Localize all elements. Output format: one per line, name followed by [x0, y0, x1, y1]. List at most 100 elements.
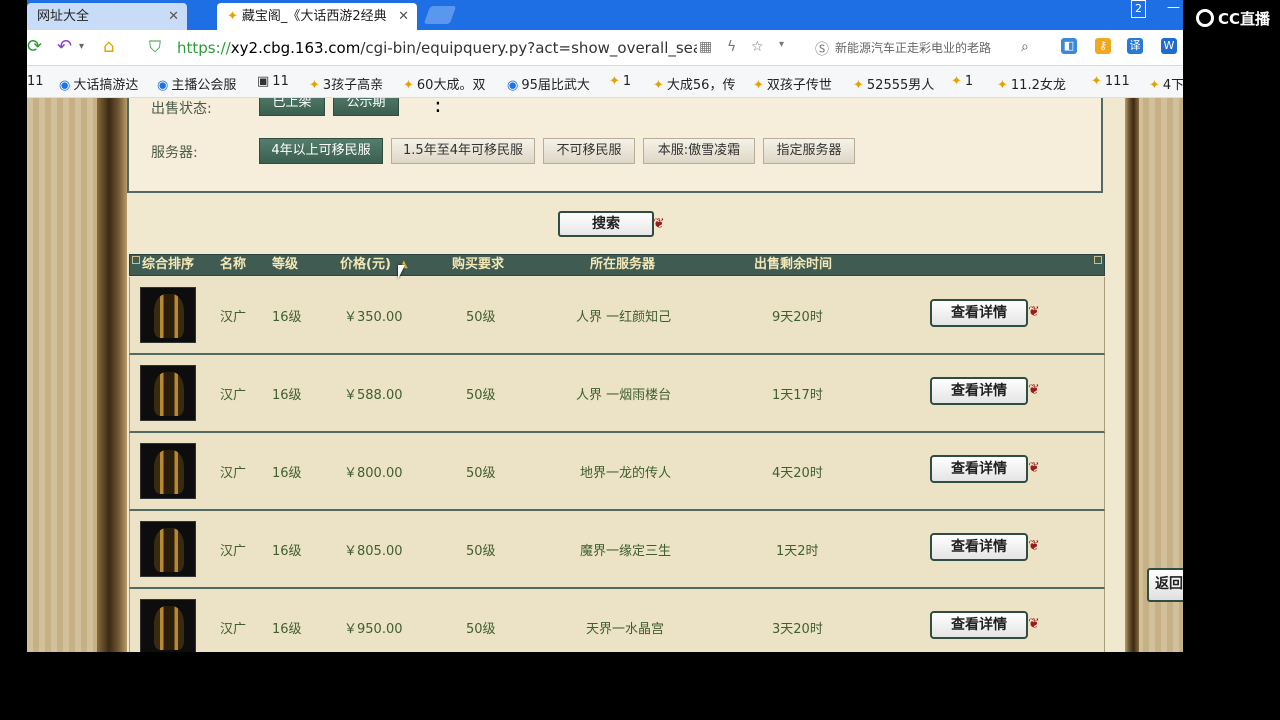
tab-url-directory[interactable]: 网址大全 ✕ [27, 3, 187, 30]
bookmark-label: 双孩子传世 [766, 78, 832, 93]
refresh-icon[interactable]: ⟳ [27, 37, 42, 57]
armor-icon [154, 372, 184, 416]
view-details-button[interactable]: 查看详情 [930, 455, 1028, 483]
filter-public-period-button[interactable]: 公示期 [333, 98, 399, 116]
bookmark-item[interactable]: ✦ 4下 [1149, 74, 1184, 93]
view-details-button[interactable]: 查看详情 [930, 299, 1028, 327]
mouse-cursor-icon [398, 265, 405, 279]
server-option-no-migrate-button[interactable]: 不可移民服 [543, 138, 635, 164]
item-price: ￥350.00 [344, 310, 403, 325]
table-row: 汉广 16级 ￥950.00 50级 天界一水晶宫 3天20时 查看详情 ❦ [129, 589, 1105, 652]
bookmark-item[interactable]: ▣ 11 [257, 74, 289, 89]
bookmark-item[interactable]: ◉ 95届比武大 [507, 74, 590, 93]
search-input[interactable]: 新能源汽车正走彩电业的老路 [835, 36, 1071, 60]
new-tab-button[interactable] [423, 6, 457, 24]
word-icon[interactable]: W [1161, 38, 1177, 54]
url-path: /cgi-bin/equipquery.py?act=show_overall_… [360, 39, 697, 57]
translate-icon[interactable]: 译 [1127, 38, 1143, 54]
search-button[interactable]: 搜索 [558, 211, 654, 237]
globe-icon: ◉ [59, 78, 71, 93]
cc-live-logo: CC直播 [1196, 8, 1270, 29]
item-level: 16级 [272, 622, 302, 637]
frame-edge [1125, 98, 1139, 652]
favicon-icon: ✦ [227, 9, 238, 24]
search-engine-icon[interactable]: Ⓢ [815, 39, 829, 59]
lightning-icon[interactable]: ϟ [727, 39, 736, 55]
back-button[interactable]: 返回 [1147, 568, 1183, 602]
address-toolbar: ⟳ ↶ ▾ ⌂ ⛉ https://xy2.cbg.163.com/cgi-bi… [27, 30, 1183, 66]
bookmark-item[interactable]: ✦ 大成56，传 [653, 74, 735, 93]
equipment-image[interactable] [140, 521, 196, 577]
cbg-icon: ✦ [753, 78, 764, 93]
item-remaining-time: 1天2时 [776, 544, 819, 559]
chevron-down-icon[interactable]: ▾ [79, 37, 84, 57]
view-details-button[interactable]: 查看详情 [930, 377, 1028, 405]
equipment-image[interactable] [140, 287, 196, 343]
app-icon: ▣ [257, 74, 270, 89]
equipment-image[interactable] [140, 599, 196, 652]
more-icon: ⋮ [427, 98, 449, 116]
cbg-icon: ✦ [309, 78, 320, 93]
header-name: 名称 [220, 257, 247, 272]
search-icon[interactable]: ⌕ [1021, 39, 1029, 55]
table-row: 汉广 16级 ￥805.00 50级 魔界一缘定三生 1天2时 查看详情 ❦ [129, 511, 1105, 589]
filter-listed-button[interactable]: 已上架 [259, 98, 325, 116]
header-overall-sort[interactable]: 综合排序 [142, 255, 194, 275]
server-option-1-5yr-button[interactable]: 1.5年至4年可移民服 [391, 138, 535, 164]
reader-icon[interactable]: ▦ [699, 39, 712, 55]
home-icon[interactable]: ⌂ [103, 37, 114, 57]
bookmark-item[interactable]: ✦ 52555男人 [853, 74, 934, 93]
bookmark-item[interactable]: ✦ 1 [609, 74, 631, 89]
view-details-button[interactable]: 查看详情 [930, 533, 1028, 561]
item-price: ￥805.00 [344, 544, 403, 559]
main-content: 出售状态: 已上架 公示期 ⋮ 服务器: 4年以上可移民服 1.5年至4年可移民… [127, 98, 1125, 652]
url-host: xy2.cbg.163.com [230, 39, 361, 57]
item-price: ￥950.00 [344, 622, 403, 637]
secure-shield-icon[interactable]: ⛉ [149, 37, 161, 57]
item-requirement: 50级 [466, 466, 496, 481]
close-icon[interactable]: ✕ [398, 3, 409, 30]
bookmark-label: 60大成。双 [416, 78, 486, 93]
bookmark-item[interactable]: ✦ 3孩子高亲 [309, 74, 383, 93]
equipment-image[interactable] [140, 443, 196, 499]
equipment-image[interactable] [140, 365, 196, 421]
server-option-specify-button[interactable]: 指定服务器 [763, 138, 855, 164]
bookmark-item[interactable]: 11 [27, 74, 44, 89]
header-remaining-time[interactable]: 出售剩余时间 [754, 255, 832, 275]
extension-icon[interactable]: ◧ [1061, 38, 1077, 54]
armor-icon [154, 450, 184, 494]
star-icon[interactable]: ☆ [751, 39, 764, 55]
item-server: 天界一水晶宫 [586, 622, 665, 637]
bookmark-item[interactable]: ✦ 双孩子传世 [753, 74, 832, 93]
server-label: 服务器: [151, 145, 198, 161]
header-price[interactable]: 价格(元) [340, 255, 391, 275]
bookmark-item[interactable]: ✦ 1 [951, 74, 973, 89]
tassel-icon: ❦ [1028, 304, 1040, 320]
bookmark-item[interactable]: ✦ 11.2女龙 [997, 74, 1066, 93]
bookmark-item[interactable]: ✦ 111 [1091, 74, 1130, 89]
minimize-icon[interactable]: — [1167, 0, 1180, 16]
view-details-button[interactable]: 查看详情 [930, 611, 1028, 639]
cc-logo-text: CC直播 [1218, 10, 1271, 28]
undo-icon[interactable]: ↶ [57, 37, 72, 57]
header-level: 等级 [272, 257, 299, 272]
header-server: 所在服务器 [590, 257, 656, 272]
tassel-icon: ❦ [1028, 538, 1040, 554]
bookmark-item[interactable]: ◉ 大话搞游达 [59, 74, 138, 93]
close-icon[interactable]: ✕ [168, 3, 179, 30]
bookmark-label: 1 [622, 74, 632, 89]
item-price: ￥800.00 [344, 466, 403, 481]
server-option-4yr-button[interactable]: 4年以上可移民服 [259, 138, 383, 164]
server-option-this-server-button[interactable]: 本服:傲雪凌霜 [643, 138, 755, 164]
window-count-badge[interactable]: 2 [1131, 0, 1146, 18]
key-icon[interactable]: ⚷ [1095, 38, 1111, 54]
bookmark-item[interactable]: ✦ 60大成。双 [403, 74, 485, 93]
tab-cangbaoge[interactable]: ✦ 藏宝阁_《大话西游2经典 ✕ [217, 3, 417, 30]
chevron-down-icon[interactable]: ▾ [779, 39, 784, 50]
item-requirement: 50级 [466, 544, 496, 559]
url-field[interactable]: https://xy2.cbg.163.com/cgi-bin/equipque… [177, 39, 697, 57]
bookmark-label: 52555男人 [866, 78, 935, 93]
url-scheme: https:// [177, 39, 231, 57]
tassel-icon: ❦ [1028, 460, 1040, 476]
bookmark-item[interactable]: ◉ 主播公会服 [157, 74, 236, 93]
